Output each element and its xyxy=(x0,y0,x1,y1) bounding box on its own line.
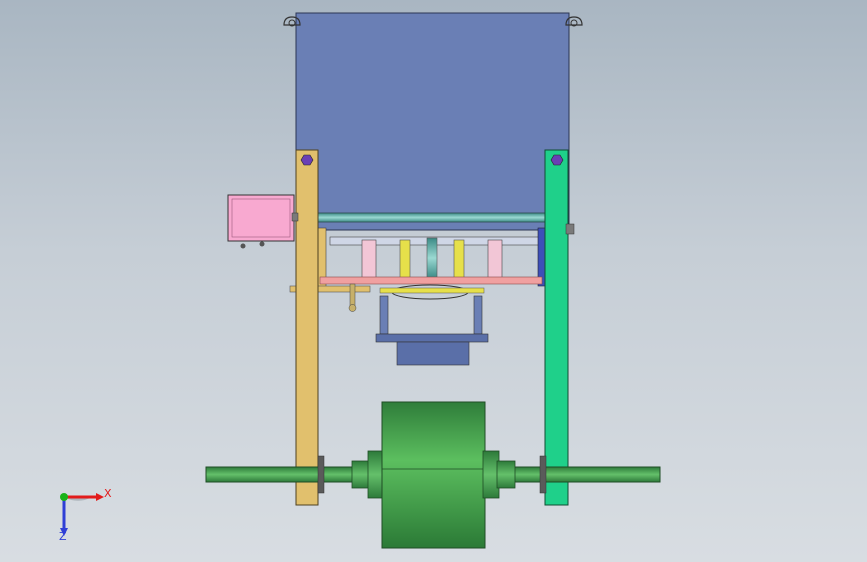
triad-x-label: X xyxy=(104,487,112,500)
left-bearing xyxy=(317,455,325,494)
pink-cross-bar xyxy=(319,276,543,285)
right-frame-post xyxy=(544,149,569,506)
support-leg-right xyxy=(473,295,483,335)
upper-cross-rod[interactable] xyxy=(299,212,569,223)
hopper-body xyxy=(295,12,570,231)
left-frame-bolt-icon xyxy=(300,154,314,166)
right-frame[interactable] xyxy=(544,149,575,506)
yellow-rod-1 xyxy=(399,239,411,279)
pink-plate-right xyxy=(487,239,503,279)
y-axis-dot xyxy=(60,493,68,501)
right-frame-bolt-icon xyxy=(550,154,564,166)
left-frame[interactable] xyxy=(295,149,319,506)
cad-model-view[interactable]: X Z xyxy=(0,0,867,562)
orientation-triad: X Z xyxy=(59,487,112,543)
hub-right-outer xyxy=(496,460,516,489)
teal-rod-center xyxy=(426,237,438,279)
left-frame-post xyxy=(295,149,319,506)
inner-mechanism[interactable] xyxy=(289,227,547,366)
yellow-rod-2 xyxy=(453,239,465,279)
base-plate xyxy=(375,333,489,343)
hopper[interactable] xyxy=(283,12,583,231)
drum-roller[interactable] xyxy=(351,401,516,549)
base-block xyxy=(396,341,470,366)
motor-box[interactable] xyxy=(227,194,299,249)
pink-plate-left xyxy=(361,239,377,279)
triad-z-label: Z xyxy=(59,530,67,543)
right-bearing xyxy=(539,455,547,494)
support-leg-left xyxy=(379,295,389,335)
cad-graphics-viewport[interactable]: X Z xyxy=(0,0,867,562)
drum-body xyxy=(381,401,486,549)
right-frame-clamp xyxy=(565,223,575,235)
hub-left-outer xyxy=(351,460,371,489)
yellow-bottom-bar xyxy=(379,287,485,294)
motor-box-body xyxy=(227,194,295,242)
